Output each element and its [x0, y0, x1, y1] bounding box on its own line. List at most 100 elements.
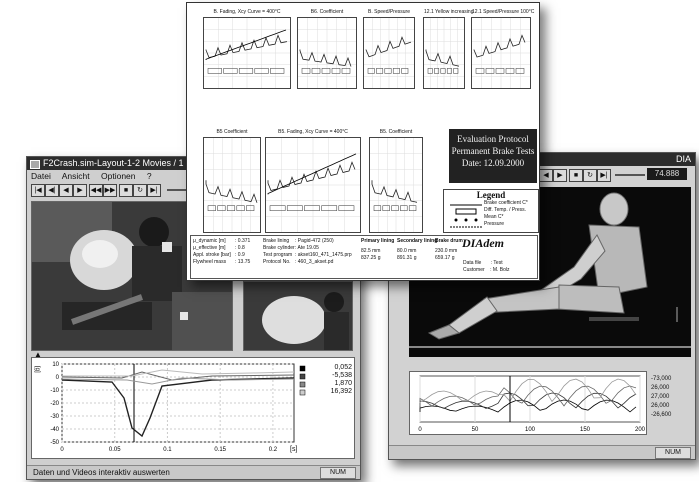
mini-trace [205, 180, 258, 203]
legend-item-4: Pressure [484, 221, 505, 227]
dummy-x-tick-label: 50 [472, 427, 479, 433]
legend-value-1: 0,052 [334, 364, 352, 371]
play-icon[interactable]: ▶ [73, 184, 87, 197]
mini-bar [217, 205, 226, 211]
param-value-1: : 0.371 [235, 238, 251, 244]
mini-bar [392, 68, 400, 74]
crash-movie-secondary [243, 281, 353, 351]
drum-unit-1: mm [448, 248, 458, 254]
y-unit-label: [g] [34, 366, 40, 373]
mini-bar [301, 68, 311, 74]
chart-toggle-icon[interactable]: ▲ [34, 350, 42, 359]
primary-lining-header: Primary lining [361, 238, 395, 244]
param-label-2: μ_effective [m] [193, 245, 226, 251]
secondary-lining-header: Secondary lining [397, 238, 438, 244]
y-tick-label: 10 [52, 362, 59, 368]
play-back-icon[interactable]: ◀ [59, 184, 73, 197]
loop-icon[interactable]: ↻ [133, 184, 147, 197]
mini-bar [515, 68, 525, 74]
mini-bar [440, 68, 446, 74]
param-value-2: : 0.8 [235, 245, 245, 251]
menu-ansicht[interactable]: Ansicht [62, 171, 90, 181]
x-tick-label: 0.15 [214, 447, 226, 453]
secondary-lining-column: Secondary lining 80.0 mm 891.31 g [397, 238, 437, 262]
dummy-stop-icon[interactable]: ■ [569, 169, 583, 182]
skip-start-icon[interactable]: |◀ [31, 184, 45, 197]
component-values: : Pagid-472 (250) : Ate 19.05 : akset160… [295, 238, 352, 266]
mini-bar [341, 68, 351, 74]
y-tick-label: -50 [50, 440, 59, 446]
param-value-3: : 0.9 [235, 252, 245, 258]
plot-yellow-svg [424, 18, 464, 88]
menu-optionen[interactable]: Optionen [101, 171, 136, 181]
dummy-x-tick-label: 150 [580, 427, 591, 433]
mini-bar [286, 205, 303, 211]
mini-bar [223, 68, 238, 74]
dummy-value-box[interactable]: 74.888 [647, 168, 687, 180]
mini-trace [425, 49, 460, 67]
component-value-2: : Ate 19.05 [295, 245, 319, 251]
plot-fading-2-svg [266, 138, 360, 232]
mini-bar [321, 205, 338, 211]
data-file-row: Data file : Test Customer : M. Bolz [463, 260, 510, 274]
plot-fading-1-svg [204, 18, 290, 88]
plot-title-7: B5. Fading, Xcy Curve = 400°C [278, 129, 348, 135]
legend-item-1: Brake coefficient C* [484, 200, 528, 206]
dummy-play-back-icon[interactable]: ◀ [539, 169, 553, 182]
y-tick-label: -30 [50, 414, 59, 420]
plot-fading-2: B5. Fading, Xcy Curve = 400°C [265, 129, 361, 233]
plot-speed-pressure-100-svg [472, 18, 530, 88]
menu-help[interactable]: ? [147, 171, 152, 181]
param-values: : 0.371 : 0.8 : 0.9 : 13.75 [235, 238, 250, 266]
plot-speed-pressure-svg [364, 18, 414, 88]
mini-trace [267, 161, 356, 191]
mini-bar [485, 68, 495, 74]
component-labels: Brake lining Brake cylinder Test program… [263, 238, 295, 266]
menu-datei[interactable]: Datei [31, 171, 51, 181]
secondary-unit-2: g [413, 255, 417, 261]
fast-forward-icon[interactable]: ▶▶ [103, 184, 117, 197]
mini-bar [475, 68, 485, 74]
app-icon [30, 160, 40, 169]
plot-title-5: 12.1 Speed/Pressure 100°C [472, 9, 535, 15]
legend-value-4: 16,392 [330, 388, 352, 395]
primary-value-1: 82.5 [361, 248, 371, 254]
dummy-play-icon[interactable]: ▶ [553, 169, 567, 182]
side-value-1: -73,000 [651, 376, 672, 382]
dummy-window-title: DIA [675, 154, 691, 164]
dummy-chart: 0 50 100 150 200 [409, 371, 647, 435]
mini-bar [321, 68, 331, 74]
protocol-info-table: μ_dynamic [m] μ_effective [m] Appl. stro… [190, 235, 538, 279]
diadem-logo: DIAdem [462, 236, 504, 250]
side-value-2: 26,000 [651, 385, 670, 391]
dummy-time-slider[interactable] [615, 174, 645, 176]
primary-unit-1: mm [372, 248, 381, 254]
plot-speed-pressure-100: 12.1 Speed/Pressure 100°C [471, 9, 534, 89]
brake-drum-header: Brake drum [435, 238, 463, 244]
plot-yellow: 12.1 Yellow increasing [423, 9, 473, 89]
plot-coefficient-1-svg [298, 18, 356, 88]
legend-symbols [450, 204, 482, 228]
plot-coefficient-2: B5 Coefficient [203, 129, 261, 233]
mini-bar [408, 205, 417, 211]
plot-title-1: B. Fading, Xcy Curve = 400°C [213, 9, 281, 15]
skip-end-icon[interactable]: ▶| [147, 184, 161, 197]
step-back-icon[interactable]: ◀| [45, 184, 59, 197]
mini-bar [226, 205, 236, 211]
primary-lining-column: Primary lining 82.5 mm 837.25 g [361, 238, 394, 262]
mini-bar [207, 68, 222, 74]
mini-bar [495, 68, 505, 74]
dummy-skip-icon[interactable]: ▶| [597, 169, 611, 182]
dummy-chart-svg: 0 50 100 150 200 [418, 375, 646, 433]
mini-bar [376, 68, 384, 74]
stop-icon[interactable]: ■ [119, 184, 133, 197]
dummy-loop-icon[interactable]: ↻ [583, 169, 597, 182]
dummy-x-tick-label: 100 [525, 427, 536, 433]
component-value-1: : Pagid-472 (250) [295, 238, 334, 244]
crash-chart: ▲ [g] 10 0 -10 -20 -30 -40 -50 0 0.05 0.1 0.15 0.2 … [31, 350, 355, 459]
fast-back-icon[interactable]: ◀◀ [89, 184, 103, 197]
mini-bar [207, 205, 216, 211]
primary-value-2: 837.25 [361, 255, 377, 261]
mini-bar [270, 68, 285, 74]
customer-label: Customer [463, 267, 485, 273]
